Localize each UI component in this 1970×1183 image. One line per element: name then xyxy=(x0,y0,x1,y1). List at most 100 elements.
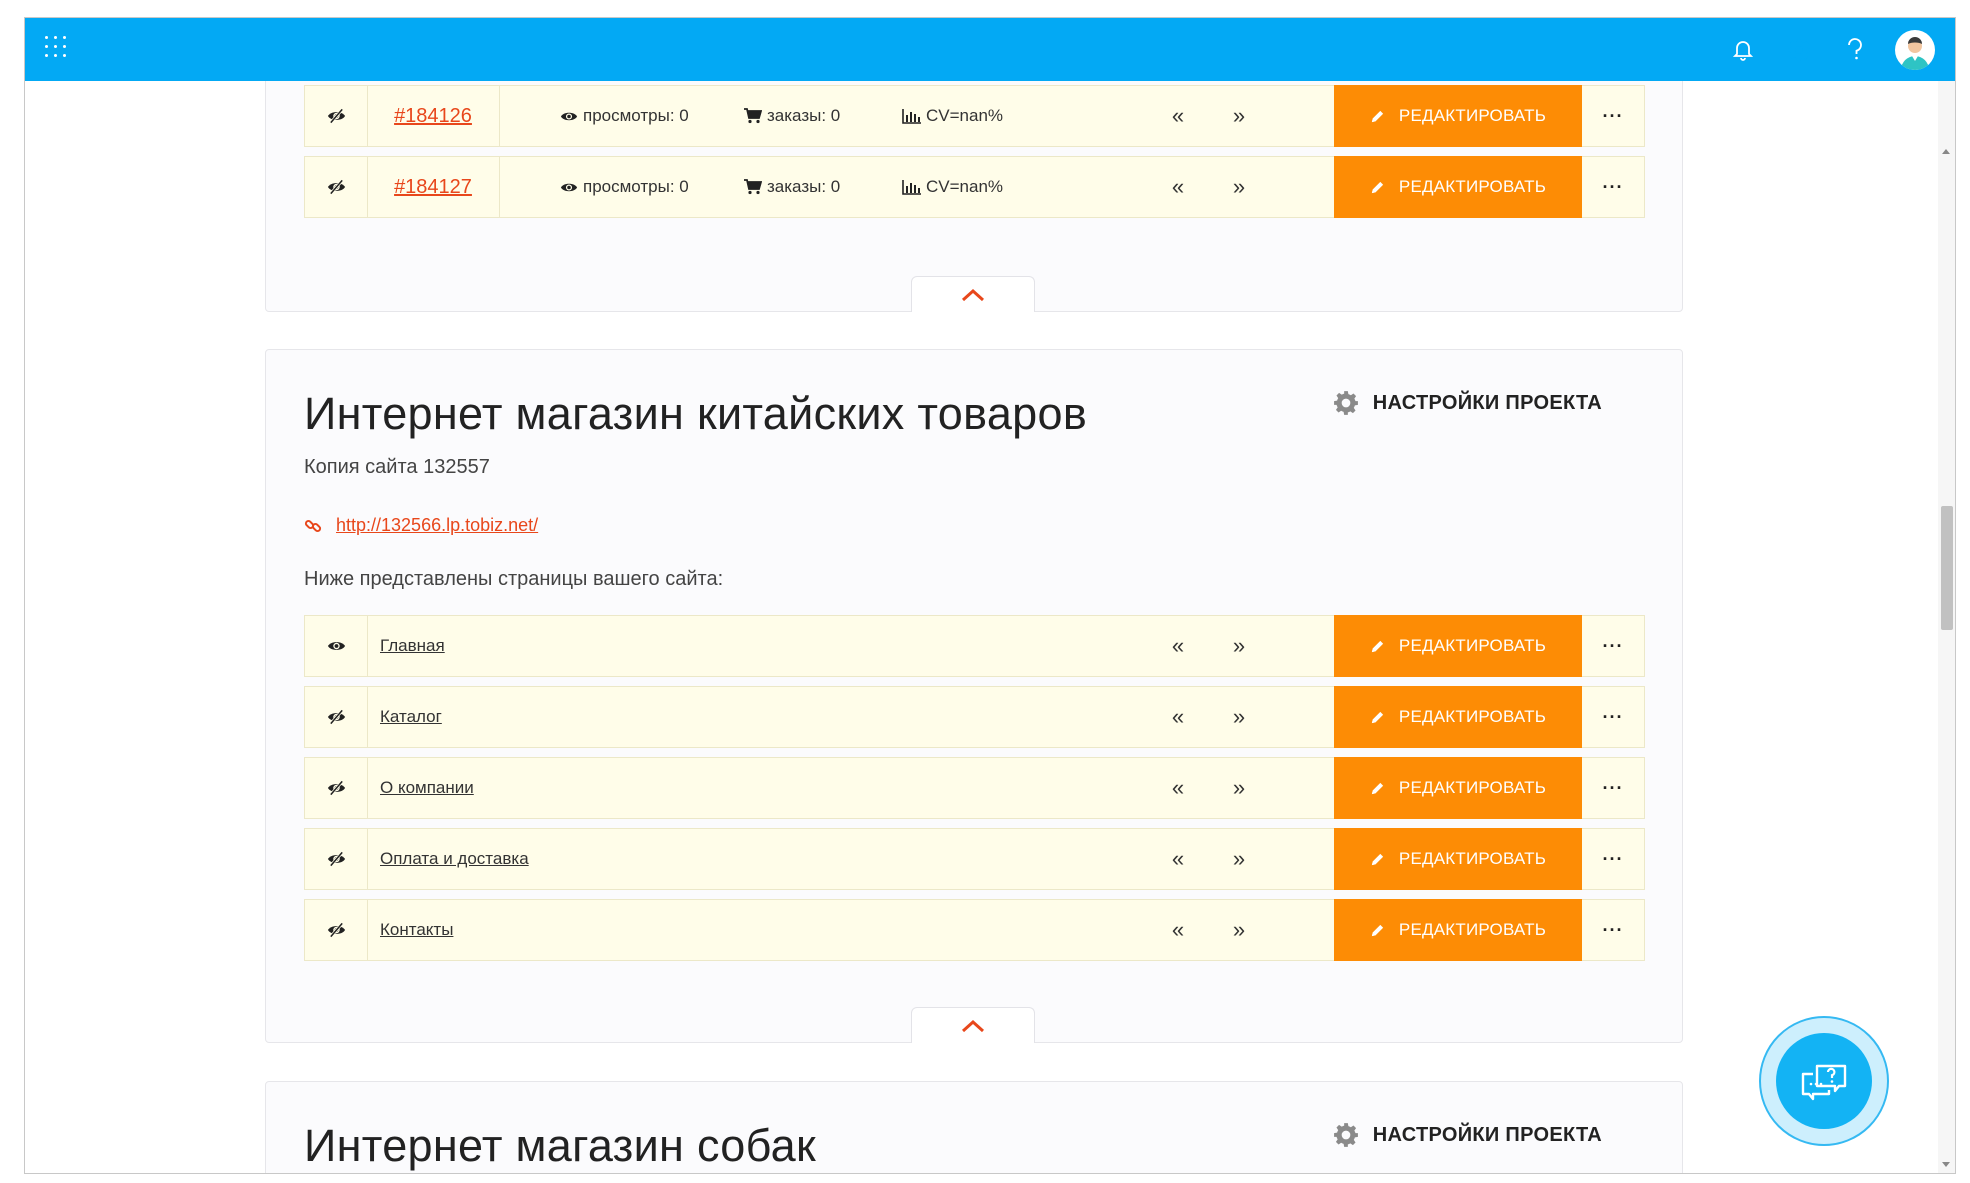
site-url-link[interactable]: http://132566.lp.tobiz.net/ xyxy=(336,515,538,536)
collapse-button[interactable] xyxy=(911,276,1035,312)
project-title: Интернет магазин китайских товаров xyxy=(304,388,1088,439)
more-button[interactable]: ··· xyxy=(1582,687,1644,747)
edit-label: РЕДАКТИРОВАТЬ xyxy=(1398,778,1547,797)
edit-button[interactable]: РЕДАКТИРОВАТЬ xyxy=(1334,757,1582,819)
move-left-button[interactable]: « xyxy=(1166,758,1190,818)
visibility-toggle[interactable] xyxy=(305,157,368,217)
gear-icon[interactable] xyxy=(1771,18,1827,81)
more-dots: ··· xyxy=(1602,778,1624,798)
edit-button[interactable]: РЕДАКТИРОВАТЬ xyxy=(1334,828,1582,890)
move-left-button[interactable]: « xyxy=(1166,616,1190,676)
help-icon[interactable] xyxy=(1827,18,1883,81)
move-left-button[interactable]: « xyxy=(1166,900,1190,960)
avatar[interactable] xyxy=(1895,29,1935,70)
variant-id-link[interactable]: #184127 xyxy=(394,176,472,199)
edit-label: РЕДАКТИРОВАТЬ xyxy=(1398,707,1547,726)
more-button[interactable]: ··· xyxy=(1582,758,1644,818)
table-row: #184127 просмотры: 0 заказы: 0 CV=nan% «… xyxy=(304,156,1645,218)
variant-id-cell: #184127 xyxy=(367,157,500,217)
views-stat: просмотры: 0 xyxy=(560,86,689,146)
more-dots: ··· xyxy=(1602,707,1624,727)
visibility-toggle[interactable] xyxy=(305,900,368,960)
move-left-button[interactable]: « xyxy=(1166,687,1190,747)
edit-label: РЕДАКТИРОВАТЬ xyxy=(1398,177,1547,196)
page-link[interactable]: Каталог xyxy=(380,687,442,747)
eye-off-icon xyxy=(327,108,346,124)
edit-button[interactable]: РЕДАКТИРОВАТЬ xyxy=(1334,899,1582,961)
more-button[interactable]: ··· xyxy=(1582,829,1644,889)
support-chat-button[interactable] xyxy=(1759,1016,1889,1146)
vertical-scrollbar[interactable] xyxy=(1938,81,1955,1173)
more-button[interactable]: ··· xyxy=(1582,157,1644,217)
move-right-button[interactable]: » xyxy=(1227,157,1251,217)
project-subtitle: Копия сайта 132557 xyxy=(304,456,490,478)
table-row: Оплата и доставка « » РЕДАКТИРОВАТЬ ··· xyxy=(304,828,1645,890)
edit-label: РЕДАКТИРОВАТЬ xyxy=(1398,636,1547,655)
project-card-previous: #184126 просмотры: 0 заказы: 0 CV=nan% «… xyxy=(265,81,1683,312)
scroll-down-arrow[interactable] xyxy=(1942,1162,1950,1167)
edit-button[interactable]: РЕДАКТИРОВАТЬ xyxy=(1334,686,1582,748)
apps-grid-icon[interactable] xyxy=(45,36,71,62)
more-dots: ··· xyxy=(1602,849,1624,869)
move-right-button[interactable]: » xyxy=(1227,900,1251,960)
more-button[interactable]: ··· xyxy=(1582,900,1644,960)
page-link[interactable]: Контакты xyxy=(380,900,453,960)
visibility-toggle[interactable] xyxy=(305,829,368,889)
views-stat: просмотры: 0 xyxy=(560,157,689,217)
project-settings-button[interactable]: НАСТРОЙКИ ПРОЕКТА xyxy=(1333,1122,1602,1148)
project-settings-button[interactable]: НАСТРОЙКИ ПРОЕКТА xyxy=(1333,390,1602,416)
move-right-button[interactable]: » xyxy=(1227,687,1251,747)
collapse-button[interactable] xyxy=(911,1007,1035,1043)
pencil-icon xyxy=(1370,109,1385,124)
orders-stat: заказы: 0 xyxy=(744,157,840,217)
more-button[interactable]: ··· xyxy=(1582,616,1644,676)
visibility-toggle[interactable] xyxy=(305,758,368,818)
visibility-toggle[interactable] xyxy=(305,687,368,747)
project-title: Интернет магазин собак xyxy=(304,1120,816,1171)
move-right-button[interactable]: » xyxy=(1227,616,1251,676)
pencil-icon xyxy=(1370,781,1385,796)
bell-icon[interactable] xyxy=(1715,18,1771,81)
pencil-icon xyxy=(1370,639,1385,654)
move-left-button[interactable]: « xyxy=(1166,829,1190,889)
orders-text: заказы: 0 xyxy=(767,106,841,125)
move-right-button[interactable]: » xyxy=(1227,86,1251,146)
project-settings-label: НАСТРОЙКИ ПРОЕКТА xyxy=(1372,1123,1602,1146)
chevron-up-icon xyxy=(961,1019,985,1033)
variant-id-link[interactable]: #184126 xyxy=(394,105,472,128)
pencil-icon xyxy=(1370,923,1385,938)
visibility-toggle[interactable] xyxy=(305,86,368,146)
scrollbar-thumb[interactable] xyxy=(1941,506,1953,630)
more-dots: ··· xyxy=(1602,920,1624,940)
page-link[interactable]: Главная xyxy=(380,616,445,676)
eye-off-icon xyxy=(327,922,346,938)
chat-button-inner xyxy=(1776,1033,1872,1129)
edit-button[interactable]: РЕДАКТИРОВАТЬ xyxy=(1334,615,1582,677)
move-left-button[interactable]: « xyxy=(1166,86,1190,146)
project-card: Интернет магазин китайских товаров НАСТР… xyxy=(265,349,1683,1043)
edit-button[interactable]: РЕДАКТИРОВАТЬ xyxy=(1334,156,1582,218)
bar-chart-icon xyxy=(902,179,921,195)
move-right-button[interactable]: » xyxy=(1227,758,1251,818)
more-button[interactable]: ··· xyxy=(1582,86,1644,146)
more-dots: ··· xyxy=(1602,106,1624,126)
move-left-button[interactable]: « xyxy=(1166,157,1190,217)
gear-icon xyxy=(1333,390,1359,416)
project-settings-label: НАСТРОЙКИ ПРОЕКТА xyxy=(1372,391,1602,414)
cart-icon xyxy=(744,179,762,195)
table-row: Контакты « » РЕДАКТИРОВАТЬ ··· xyxy=(304,899,1645,961)
top-bar-actions xyxy=(1715,18,1935,81)
edit-button[interactable]: РЕДАКТИРОВАТЬ xyxy=(1334,85,1582,147)
table-row: Каталог « » РЕДАКТИРОВАТЬ ··· xyxy=(304,686,1645,748)
move-right-button[interactable]: » xyxy=(1227,829,1251,889)
page-link[interactable]: Оплата и доставка xyxy=(380,829,529,889)
eye-off-icon xyxy=(327,709,346,725)
views-text: просмотры: 0 xyxy=(583,177,689,196)
table-row: #184126 просмотры: 0 заказы: 0 CV=nan% «… xyxy=(304,85,1645,147)
visibility-toggle[interactable] xyxy=(305,616,368,676)
chevron-up-icon xyxy=(961,288,985,302)
page-link[interactable]: О компании xyxy=(380,758,474,818)
page-content: #184126 просмотры: 0 заказы: 0 CV=nan% «… xyxy=(25,81,1940,1173)
eye-icon xyxy=(560,181,578,194)
scroll-up-arrow[interactable] xyxy=(1942,149,1950,154)
